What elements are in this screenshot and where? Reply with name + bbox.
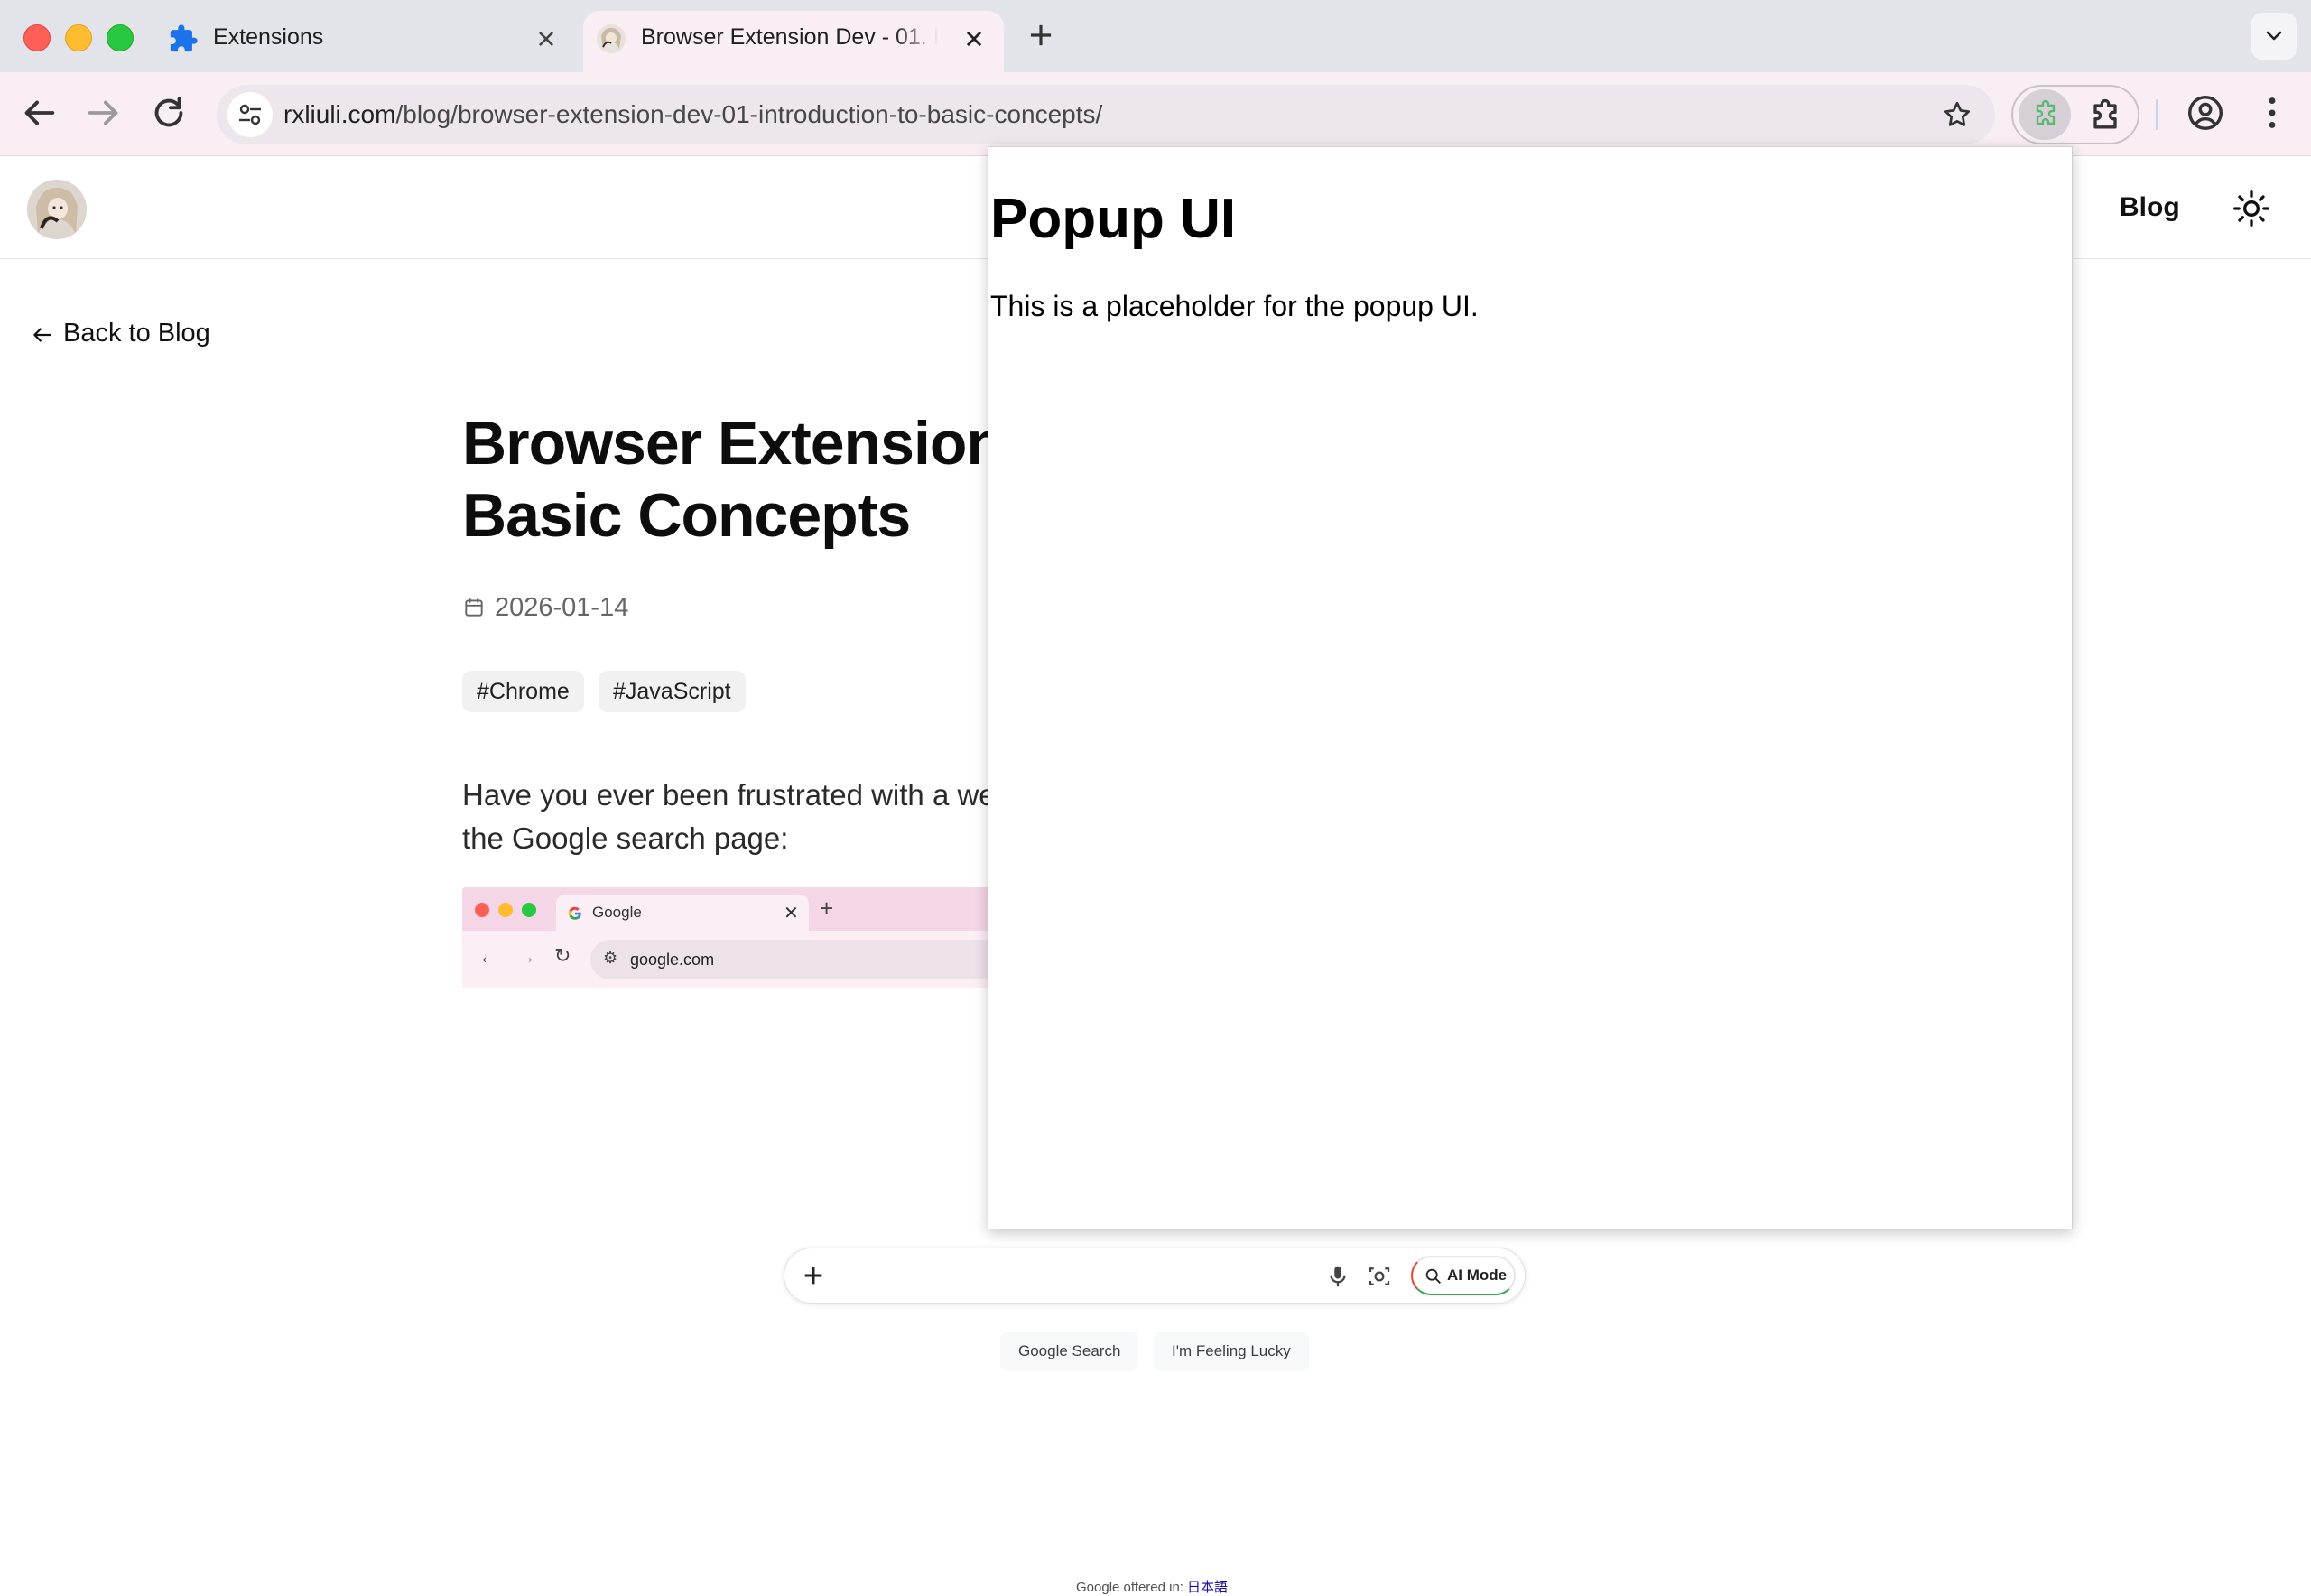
url-text[interactable]: rxliuli.com/blog/browser-extension-dev-0…: [283, 100, 1102, 129]
close-icon[interactable]: [531, 23, 562, 54]
anime-avatar-favicon-icon: [597, 24, 626, 53]
extensions-puzzle-icon[interactable]: [2085, 96, 2125, 135]
chevron-down-icon: [2266, 31, 2282, 41]
google-search-button[interactable]: Google Search: [1000, 1332, 1139, 1371]
tab-title: Extensions: [213, 24, 324, 50]
arrow-left-icon: [33, 328, 51, 342]
star-icon[interactable]: [1941, 98, 1973, 131]
address-bar[interactable]: rxliuli.com/blog/browser-extension-dev-0…: [217, 85, 1995, 144]
nav-item-blog[interactable]: Blog: [2120, 192, 2180, 223]
extension-toolbar-group: [2011, 85, 2139, 144]
embed-green-dot: [522, 903, 536, 917]
puzzle-icon: [170, 24, 198, 52]
back-to-blog-link[interactable]: Back to Blog: [31, 319, 210, 348]
tune-icon: [239, 104, 261, 125]
extension-popup: Popup UI This is a placeholder for the p…: [988, 146, 2073, 1229]
date-text: 2026-01-14: [495, 593, 629, 622]
puzzle-outline-icon: [2036, 99, 2056, 125]
camera-lens-icon[interactable]: [1366, 1263, 1393, 1290]
mic-icon[interactable]: [1324, 1263, 1351, 1290]
profile-avatar-icon[interactable]: [2185, 92, 2226, 134]
tab-extensions[interactable]: Extensions: [155, 11, 576, 72]
ai-mode-button[interactable]: AI Mode: [1411, 1256, 1516, 1295]
tag-chrome[interactable]: #Chrome: [462, 671, 584, 712]
popup-body-text: This is a placeholder for the popup UI.: [990, 290, 1479, 322]
plus-icon[interactable]: [799, 1261, 828, 1290]
url-path: /blog/browser-extension-dev-01-introduct…: [395, 100, 1103, 128]
anime-avatar-image: [27, 180, 87, 239]
language-link[interactable]: 日本語: [1187, 1580, 1228, 1595]
embed-yellow-dot: [498, 903, 513, 917]
site-info-button[interactable]: [227, 92, 273, 137]
close-icon[interactable]: [959, 23, 989, 54]
url-host: rxliuli.com: [283, 100, 396, 128]
embed-tune-icon: ⚙: [603, 949, 618, 967]
active-extension-button[interactable]: [2019, 89, 2071, 140]
sun-icon[interactable]: [2232, 189, 2271, 228]
embed-tab: Google ✕: [556, 895, 809, 933]
sparkle-search-icon: [1425, 1268, 1441, 1284]
google-g-icon: [568, 906, 581, 920]
back-link-label: Back to Blog: [63, 319, 210, 348]
fullscreen-window-button[interactable]: [107, 24, 134, 51]
kebab-menu-icon[interactable]: [2251, 92, 2293, 134]
embed-forward-icon: →: [516, 945, 536, 968]
tag-javascript[interactable]: #JavaScript: [599, 671, 746, 712]
tab-strip: Extensions Browser Extension Dev - 01. I…: [0, 0, 2311, 72]
new-tab-plus-icon[interactable]: [1024, 18, 1058, 52]
offered-in-text: Google offered in:: [1076, 1580, 1183, 1595]
google-offered-in: Google offered in: 日本語: [1076, 1577, 1228, 1596]
browser-toolbar: rxliuli.com/blog/browser-extension-dev-0…: [0, 72, 2311, 156]
reload-icon[interactable]: [148, 92, 190, 134]
embed-close-icon: ✕: [784, 904, 799, 923]
close-window-button[interactable]: [23, 24, 51, 51]
tab-active-article[interactable]: Browser Extension Dev - 01. Introduction…: [583, 11, 1004, 72]
article-date: 2026-01-14: [462, 593, 628, 623]
embed-back-icon: ←: [478, 945, 498, 968]
tab-title: Browser Extension Dev - 01. Introduction…: [641, 24, 939, 50]
embed-plus-icon: +: [820, 895, 834, 922]
minimize-window-button[interactable]: [65, 24, 92, 51]
forward-arrow-icon[interactable]: [83, 92, 125, 134]
back-arrow-icon[interactable]: [18, 92, 60, 134]
embed-tab-title: Google: [592, 904, 642, 921]
embed-reload-icon: ↻: [554, 944, 571, 967]
feeling-lucky-button[interactable]: I'm Feeling Lucky: [1154, 1332, 1309, 1371]
embed-red-dot: [475, 903, 489, 917]
calendar-icon: [465, 598, 483, 617]
google-search-box[interactable]: AI Mode: [784, 1248, 1526, 1304]
ai-mode-label: AI Mode: [1447, 1267, 1508, 1284]
embed-url: google.com: [630, 951, 715, 969]
site-logo-avatar[interactable]: [27, 180, 87, 239]
popup-title: Popup UI: [990, 188, 1237, 250]
tab-search-button[interactable]: [2251, 13, 2297, 60]
toolbar-separator: [2156, 99, 2158, 130]
